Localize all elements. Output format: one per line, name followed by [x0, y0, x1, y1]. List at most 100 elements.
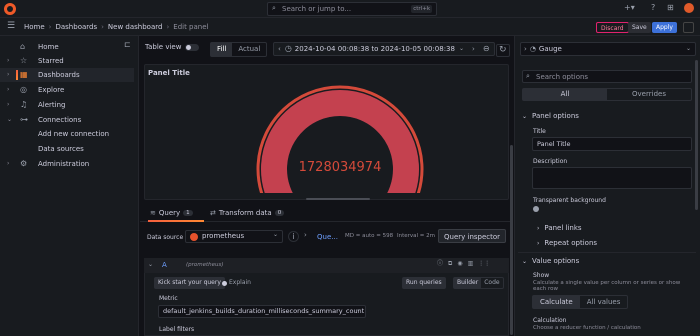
eye-icon[interactable]: ◉	[457, 261, 462, 267]
database-icon: ≋	[150, 208, 156, 217]
sidebar-item-label: Dashboards	[38, 71, 80, 79]
help-icon[interactable]: ?	[651, 4, 655, 12]
transparent-background-label: Transparent background	[533, 197, 606, 204]
query-options-link[interactable]: Que...	[317, 233, 338, 241]
sidebar-item-label: Connections	[38, 116, 82, 124]
calculate-option[interactable]: Calculate	[533, 296, 580, 308]
plus-icon[interactable]: +▾	[624, 4, 635, 12]
chevron-right-icon[interactable]: ›	[468, 45, 479, 53]
value-options-section[interactable]: ⌄ Value options	[522, 257, 579, 265]
title-input[interactable]: Panel Title	[532, 137, 692, 151]
tab-transform-data[interactable]: ⇄ Transform data 0	[210, 208, 285, 217]
all-values-option[interactable]: All values	[580, 296, 628, 308]
search-options-input[interactable]: ⌕ Search options	[522, 70, 692, 83]
breadcrumb-new-dashboard[interactable]: New dashboard	[108, 23, 163, 31]
avatar[interactable]	[684, 3, 694, 13]
query-datasource: (prometheus)	[186, 262, 224, 268]
chevron-right-icon[interactable]: ›	[304, 232, 307, 239]
sidebar-item-dashboards[interactable]: › ▦ Dashboards	[0, 68, 134, 82]
save-button[interactable]: Save	[628, 22, 651, 33]
calculation-description: Choose a reducer function / calculation	[533, 325, 641, 331]
info-icon[interactable]: i	[288, 231, 299, 242]
actual-option[interactable]: Actual	[232, 43, 266, 56]
time-picker[interactable]: ‹ ◷ 2024-10-04 00:08:38 to 2024-10-05 00…	[273, 42, 495, 56]
search-icon: ⌕	[272, 4, 276, 12]
transparent-background-switch[interactable]	[533, 206, 539, 212]
show-label: Show	[533, 272, 550, 279]
sidebar-item-home[interactable]: ⌂ Home	[0, 40, 134, 54]
description-textarea[interactable]	[532, 167, 692, 189]
transform-icon: ⇄	[210, 208, 216, 217]
table-view-switch[interactable]	[185, 43, 200, 51]
chevron-right-icon[interactable]: ›	[7, 71, 9, 78]
data-source-picker[interactable]: prometheus ⌄	[185, 230, 283, 243]
repeat-options-section[interactable]: › Repeat options	[537, 239, 597, 247]
apply-button[interactable]: Apply	[652, 22, 677, 33]
run-queries-button[interactable]: Run queries	[402, 277, 446, 289]
main-scrollbar[interactable]	[510, 145, 513, 335]
chevron-right-icon[interactable]: ›	[7, 101, 9, 108]
sidebar-item-add-new-connection[interactable]: Add new connection	[0, 127, 134, 141]
star-icon: ☆	[20, 56, 28, 65]
help-icon[interactable]: ⓘ	[437, 261, 443, 267]
menu-icon[interactable]: ☰	[7, 22, 15, 31]
breadcrumb-separator: ›	[101, 23, 104, 31]
code-option[interactable]: Code	[481, 278, 502, 288]
collapse-query-icon[interactable]: ⌄	[148, 262, 153, 268]
sidebar-item-alerting[interactable]: › ♫ Alerting	[0, 98, 134, 112]
trash-icon[interactable]: ▥	[468, 261, 474, 267]
query-ref-id[interactable]: A	[162, 261, 167, 269]
sidebar-item-starred[interactable]: › ☆ Starred	[0, 54, 134, 68]
dashboards-icon: ▦	[20, 70, 28, 79]
chevron-down-icon[interactable]: ⌄	[7, 116, 12, 123]
builder-option[interactable]: Builder	[454, 278, 482, 288]
drag-handle-icon[interactable]: ⋮⋮	[478, 261, 490, 267]
tab-query[interactable]: ≋ Query 1	[150, 209, 193, 217]
calculation-label: Calculation	[533, 317, 567, 324]
max-data-points: MD = auto = 598	[345, 233, 394, 239]
chevron-down-icon: ⌄	[522, 112, 528, 120]
zoom-out-icon[interactable]: ⊖	[479, 45, 494, 53]
copy-icon[interactable]: ⧉	[448, 261, 452, 267]
fill-option[interactable]: Fill	[211, 43, 233, 56]
breadcrumb: Home › Dashboards › New dashboard › Edit…	[24, 23, 208, 31]
refresh-icon[interactable]: ↻	[496, 44, 510, 57]
gauge-value: 1728034974	[298, 160, 382, 175]
breadcrumb-home[interactable]: Home	[24, 23, 45, 31]
sidebar-item-label: Administration	[38, 160, 90, 168]
sidebar-item-data-sources[interactable]: Data sources	[0, 142, 134, 156]
chevron-right-icon[interactable]: ›	[7, 86, 9, 93]
chevron-right-icon[interactable]: ›	[7, 160, 9, 167]
chevron-left-icon[interactable]: ‹	[274, 45, 285, 53]
visualization-picker[interactable]: › ◔ Gauge ⌄	[520, 42, 696, 56]
gauge-arc	[261, 90, 419, 193]
metric-label: Metric	[159, 295, 178, 302]
chevron-down-icon: ⌄	[272, 231, 278, 238]
options-scrollbar[interactable]	[695, 60, 698, 210]
discard-button[interactable]: Discard	[596, 22, 629, 33]
table-view-toggle[interactable]: Table view	[145, 43, 200, 51]
query-inspector-button[interactable]: Query inspector	[438, 229, 507, 243]
panel-resize-handle[interactable]	[306, 198, 370, 200]
metric-select[interactable]: default_jenkins_builds_duration_millisec…	[158, 305, 366, 318]
sidebar-item-administration[interactable]: › ⚙ Administration	[0, 157, 134, 171]
prometheus-icon	[190, 233, 198, 241]
clock-icon: ◷	[284, 44, 292, 53]
sidebar-item-explore[interactable]: › ◎ Explore	[0, 83, 134, 97]
kick-start-query-button[interactable]: Kick start your query	[154, 277, 225, 289]
collapse-options-icon[interactable]	[683, 22, 694, 33]
panel-options-section[interactable]: ⌄ Panel options	[522, 112, 579, 120]
chevron-right-icon[interactable]: ›	[7, 57, 9, 64]
tab-overrides[interactable]: Overrides	[607, 89, 691, 100]
panel-links-section[interactable]: › Panel links	[537, 224, 582, 232]
sidebar-item-connections[interactable]: ⌄ ⊶ Connections	[0, 113, 134, 127]
tab-all[interactable]: All	[523, 89, 607, 100]
search-input[interactable]: ⌕ Search or jump to... ctrl+k	[267, 2, 437, 16]
news-icon[interactable]: ⊞	[667, 4, 674, 12]
visualization-name: Gauge	[538, 45, 562, 53]
gauge-icon: ◔	[529, 44, 536, 53]
grafana-logo-icon[interactable]	[4, 3, 16, 15]
gear-icon: ⚙	[20, 159, 28, 168]
search-shortcut: ctrl+k	[411, 5, 432, 13]
breadcrumb-dashboards[interactable]: Dashboards	[55, 23, 97, 31]
